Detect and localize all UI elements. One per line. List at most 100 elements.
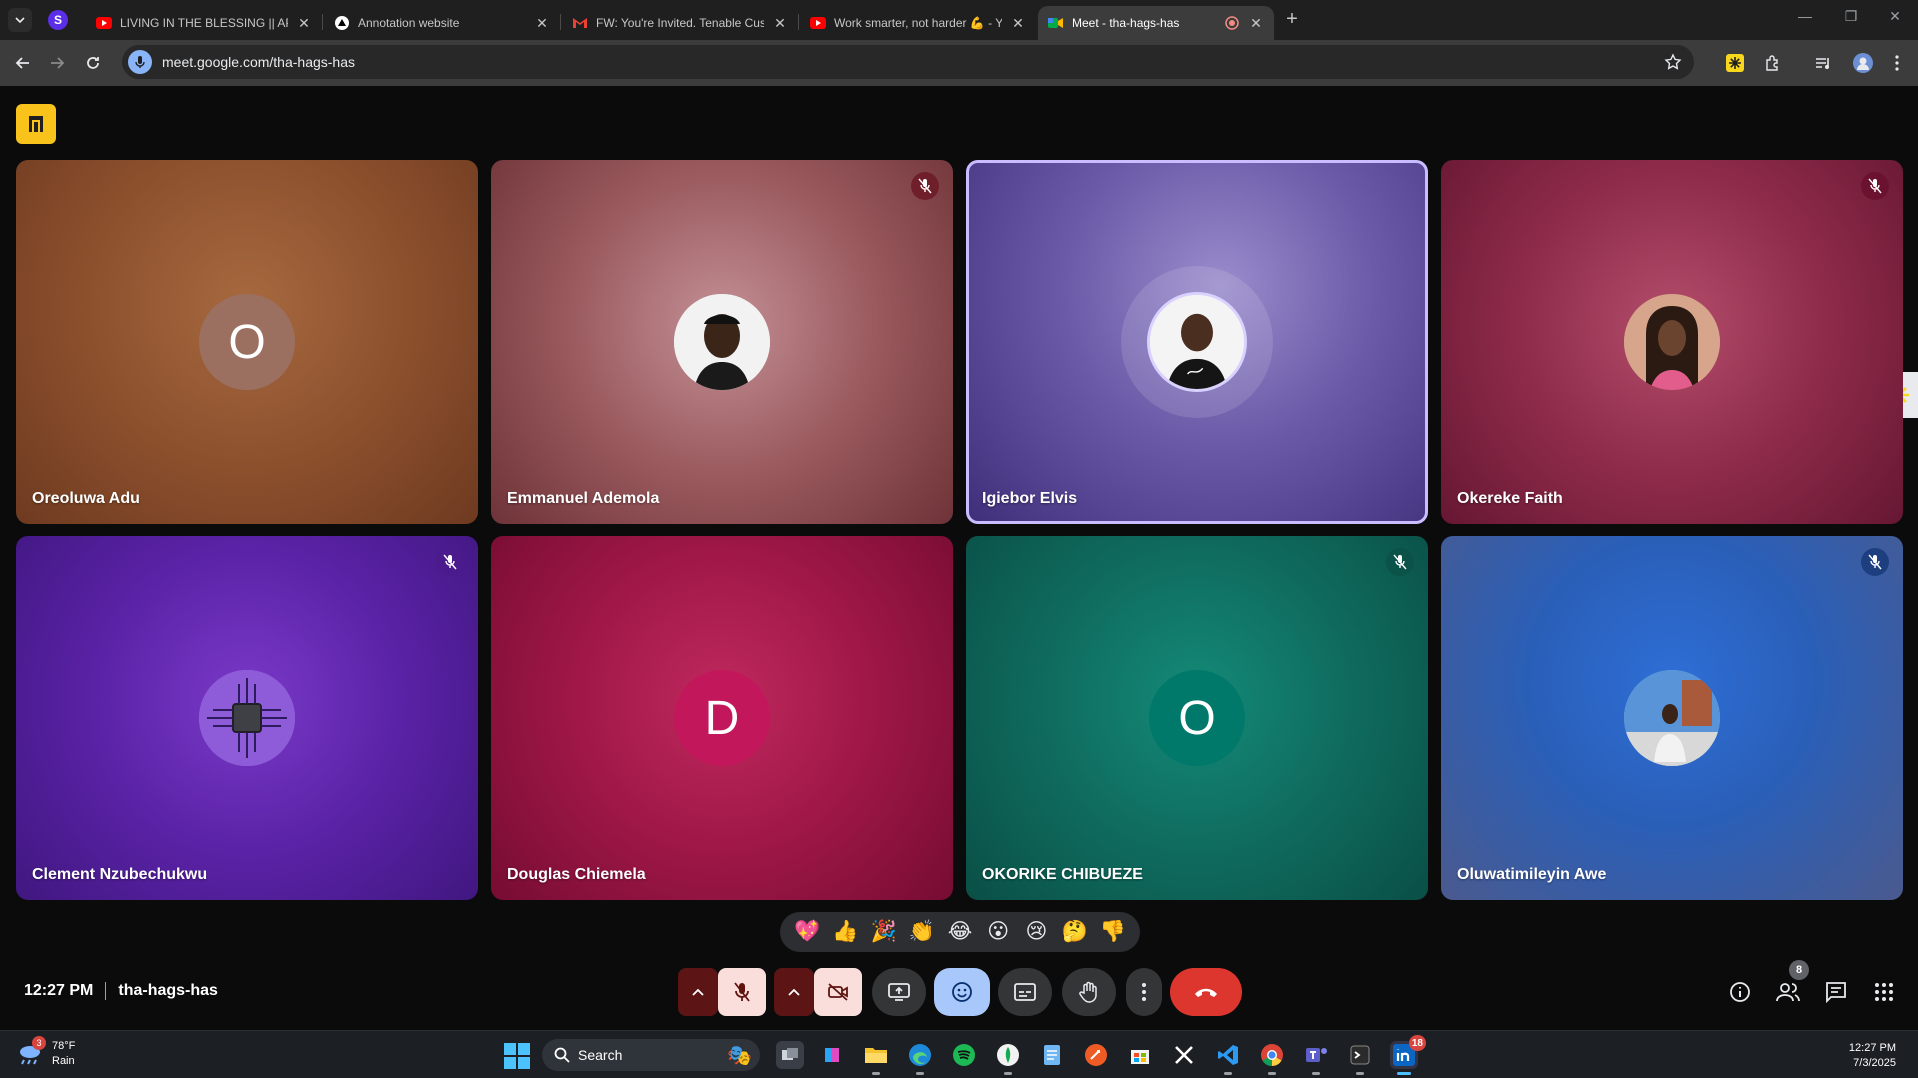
workspace-logo-icon[interactable] [16, 104, 56, 144]
reaction-thumbs-down[interactable]: 👎 [1095, 912, 1131, 952]
reaction-thinking[interactable]: 🤔 [1057, 912, 1093, 952]
pinned-tab[interactable]: S [48, 10, 68, 30]
video-options-button[interactable] [774, 968, 814, 1016]
browser-menu-icon[interactable] [1886, 52, 1908, 74]
camera-toggle-button[interactable] [814, 968, 862, 1016]
tab-title: Meet - tha-hags-has [1072, 16, 1180, 30]
close-icon[interactable]: ✕ [296, 15, 312, 32]
microsoft-store-icon[interactable] [1126, 1041, 1154, 1069]
activities-button[interactable] [1870, 978, 1898, 1006]
reaction-laugh[interactable]: 😂 [942, 912, 978, 952]
close-icon[interactable]: ✕ [772, 15, 788, 32]
participant-name: Oluwatimileyin Awe [1457, 866, 1607, 883]
tab-divider [560, 14, 561, 30]
browser-tab-youtube-blessing[interactable]: LIVING IN THE BLESSING || APOSTLE ✕ [86, 6, 322, 40]
reload-icon [87, 57, 99, 69]
start-button[interactable] [504, 1043, 530, 1069]
browser-tab-youtube-work[interactable]: Work smarter, not harder 💪 - YouTube ✕ [800, 6, 1036, 40]
close-icon[interactable]: ✕ [1010, 15, 1026, 32]
participant-tile[interactable]: Oluwatimileyin Awe [1441, 536, 1903, 900]
spotify-icon[interactable] [950, 1041, 978, 1069]
edge-browser-icon[interactable] [906, 1041, 934, 1075]
chat-button[interactable] [1822, 978, 1850, 1006]
weather-widget[interactable]: 3 78°F Rain [16, 1036, 75, 1069]
back-button[interactable] [10, 50, 36, 76]
participant-tile[interactable]: O Oreoluwa Adu [16, 160, 478, 524]
present-screen-button[interactable] [872, 968, 926, 1016]
reload-button[interactable] [80, 50, 106, 76]
extensions-puzzle-icon[interactable] [1762, 52, 1784, 74]
microphone-toggle-button[interactable] [718, 968, 766, 1016]
captions-icon [1014, 983, 1036, 1001]
address-bar[interactable]: meet.google.com/tha-hags-has [122, 45, 1694, 79]
forward-button[interactable] [44, 50, 70, 76]
browser-tab-annotation[interactable]: Annotation website ✕ [324, 6, 560, 40]
raise-hand-button[interactable] [1062, 968, 1116, 1016]
microphone-icon[interactable] [128, 50, 152, 74]
reaction-sad[interactable]: 😢 [1018, 912, 1054, 952]
participant-tile[interactable]: Okereke Faith [1441, 160, 1903, 524]
reaction-party[interactable]: 🎉 [866, 912, 902, 952]
task-view-icon[interactable] [776, 1041, 804, 1069]
reaction-thumbs-up[interactable]: 👍 [827, 912, 863, 952]
browser-tab-gmail[interactable]: FW: You're Invited. Tenable Customer ✕ [562, 6, 798, 40]
participant-tile-active-speaker[interactable]: Igiebor Elvis [966, 160, 1428, 524]
google-meet-icon [1048, 15, 1064, 31]
copilot-icon[interactable] [818, 1041, 846, 1069]
participant-tile[interactable]: O OKORIKE CHIBUEZE [966, 536, 1428, 900]
audio-options-button[interactable] [678, 968, 718, 1016]
window-close-icon[interactable]: ✕ [1880, 8, 1910, 25]
extension-asterisk-icon[interactable] [1724, 52, 1746, 74]
terminal-app-icon[interactable] [1346, 1041, 1374, 1075]
participant-name: Igiebor Elvis [982, 490, 1078, 507]
avatar: O [199, 294, 295, 390]
chrome-icon[interactable] [1258, 1041, 1286, 1075]
muted-mic-icon [911, 172, 939, 200]
notepad-icon[interactable] [1038, 1041, 1066, 1069]
avatar [674, 294, 770, 390]
new-tab-button[interactable]: + [1280, 8, 1304, 32]
file-explorer-icon[interactable] [862, 1041, 890, 1075]
more-options-button[interactable] [1126, 968, 1162, 1016]
participant-name: Douglas Chiemela [507, 866, 646, 883]
tab-search-button[interactable] [8, 8, 32, 32]
reaction-surprised[interactable]: 😮 [980, 912, 1016, 952]
vscode-icon[interactable] [1214, 1041, 1242, 1075]
participant-tile[interactable]: D Douglas Chiemela [491, 536, 953, 900]
reaction-clap[interactable]: 👏 [904, 912, 940, 952]
browser-tab-meet[interactable]: Meet - tha-hags-has ✕ [1038, 6, 1274, 40]
people-button[interactable] [1774, 978, 1802, 1006]
system-clock[interactable]: 12:27 PM 7/3/2025 [1849, 1041, 1896, 1071]
mongodb-compass-icon[interactable] [994, 1041, 1022, 1075]
postman-icon[interactable] [1082, 1041, 1110, 1069]
tab-title: Annotation website [358, 16, 460, 30]
windows-taskbar: 3 78°F Rain Search 🎭 18 12:27 PM 7/3/202… [0, 1030, 1918, 1078]
participant-tile[interactable]: Clement Nzubechukwu [16, 536, 478, 900]
clock-date: 7/3/2025 [1853, 1057, 1896, 1069]
teams-icon[interactable] [1302, 1041, 1330, 1075]
leave-call-button[interactable] [1170, 968, 1242, 1016]
tab-divider [322, 14, 323, 30]
muted-mic-icon [1861, 172, 1889, 200]
taskbar-search[interactable]: Search 🎭 [542, 1039, 760, 1071]
minimize-icon[interactable]: — [1790, 8, 1820, 24]
reaction-heart[interactable]: 💖 [789, 912, 825, 952]
x-twitter-icon[interactable] [1170, 1041, 1198, 1069]
close-icon[interactable]: ✕ [1248, 15, 1264, 32]
captions-button[interactable] [998, 968, 1052, 1016]
hang-up-icon [1195, 988, 1217, 997]
media-control-icon[interactable] [1812, 52, 1834, 74]
smiley-icon [952, 982, 972, 1002]
meeting-details-button[interactable] [1726, 978, 1754, 1006]
youtube-icon [810, 15, 826, 31]
bookmark-star-icon[interactable] [1664, 53, 1682, 71]
profile-avatar[interactable] [1852, 52, 1874, 74]
close-icon[interactable]: ✕ [534, 15, 550, 32]
people-icon [1776, 983, 1800, 1002]
linkedin-icon[interactable]: 18 [1390, 1035, 1426, 1075]
avatar: D [674, 670, 770, 766]
restore-icon[interactable]: ❐ [1836, 8, 1866, 25]
participant-tile[interactable]: Emmanuel Ademola [491, 160, 953, 524]
reactions-button[interactable] [934, 968, 990, 1016]
reactions-bar: 💖 👍 🎉 👏 😂 😮 😢 🤔 👎 [780, 912, 1140, 952]
